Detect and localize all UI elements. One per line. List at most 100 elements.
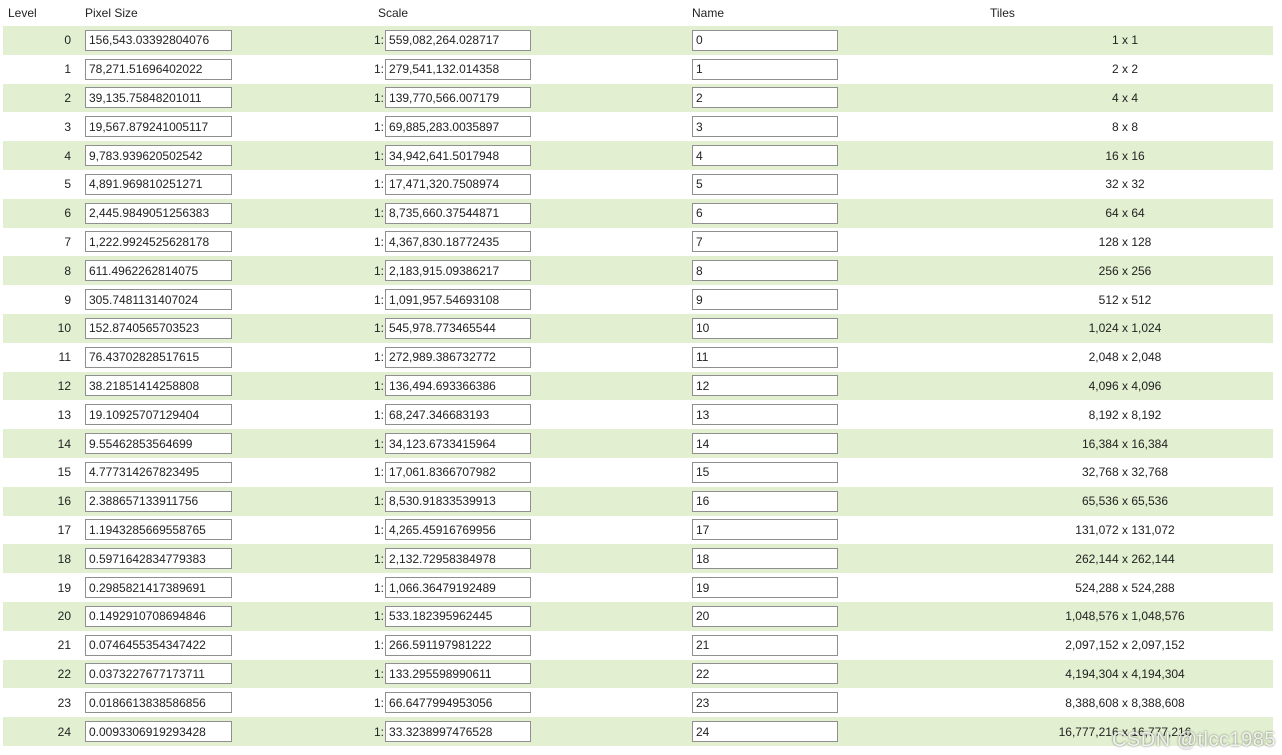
- pixel-size-input[interactable]: [85, 605, 232, 627]
- name-input[interactable]: [692, 490, 838, 512]
- pixel-size-input[interactable]: [85, 231, 232, 253]
- scale-input[interactable]: [385, 433, 532, 455]
- name-input[interactable]: [692, 202, 838, 224]
- name-input[interactable]: [692, 461, 838, 483]
- scale-cell: 1:: [370, 602, 683, 631]
- pixel-size-input[interactable]: [85, 346, 232, 368]
- scale-input[interactable]: [385, 519, 532, 541]
- name-input[interactable]: [692, 663, 838, 685]
- pixel-size-input[interactable]: [85, 87, 232, 109]
- scale-input[interactable]: [385, 317, 532, 339]
- pixel-size-input[interactable]: [85, 202, 232, 224]
- pixel-size-input[interactable]: [85, 145, 232, 167]
- level-value: 6: [64, 206, 71, 221]
- pixel-size-input[interactable]: [85, 58, 232, 80]
- scale-input[interactable]: [385, 663, 532, 685]
- name-input[interactable]: [692, 548, 838, 570]
- name-input[interactable]: [692, 260, 838, 282]
- pixel-size-input[interactable]: [85, 663, 232, 685]
- name-input[interactable]: [692, 289, 838, 311]
- name-input[interactable]: [692, 317, 838, 339]
- name-input[interactable]: [692, 634, 838, 656]
- scale-input[interactable]: [385, 58, 532, 80]
- name-input[interactable]: [692, 173, 838, 195]
- name-input[interactable]: [692, 346, 838, 368]
- scale-input[interactable]: [385, 375, 532, 397]
- zoom-levels-page: Level Pixel Size Scale Name Tiles 0 1: 1 x…: [0, 0, 1282, 755]
- scale-cell: 1:: [370, 544, 683, 573]
- pixel-size-input[interactable]: [85, 634, 232, 656]
- scale-input[interactable]: [385, 548, 532, 570]
- pixel-size-input[interactable]: [85, 317, 232, 339]
- table-row: 15 1: 32,768 x 32,768: [3, 457, 1273, 487]
- scale-input[interactable]: [385, 231, 532, 253]
- pixel-size-input[interactable]: [85, 116, 232, 138]
- scale-input[interactable]: [385, 721, 532, 743]
- scale-input[interactable]: [385, 173, 532, 195]
- pixel-size-input[interactable]: [85, 692, 232, 714]
- name-input[interactable]: [692, 58, 838, 80]
- scale-input[interactable]: [385, 145, 532, 167]
- name-input[interactable]: [692, 404, 838, 426]
- scale-cell: 1:: [370, 199, 683, 228]
- pixel-size-input[interactable]: [85, 173, 232, 195]
- name-input[interactable]: [692, 116, 838, 138]
- name-input[interactable]: [692, 519, 838, 541]
- scale-input[interactable]: [385, 634, 532, 656]
- name-cell: [683, 631, 977, 660]
- scale-prefix: 1:: [374, 234, 385, 249]
- scale-input[interactable]: [385, 87, 532, 109]
- tiles-value: 1 x 1: [1111, 33, 1138, 48]
- pixel-size-input[interactable]: [85, 721, 232, 743]
- scale-prefix: 1:: [374, 551, 385, 566]
- scale-input[interactable]: [385, 461, 532, 483]
- scale-input[interactable]: [385, 605, 532, 627]
- pixel-size-input[interactable]: [85, 375, 232, 397]
- pixel-size-input[interactable]: [85, 29, 232, 51]
- pixel-size-input[interactable]: [85, 433, 232, 455]
- name-input[interactable]: [692, 375, 838, 397]
- scale-prefix: 1:: [374, 263, 385, 278]
- scale-input[interactable]: [385, 490, 532, 512]
- table-row: 3 1: 8 x 8: [3, 112, 1273, 142]
- scale-input[interactable]: [385, 577, 532, 599]
- level-value: 23: [57, 695, 71, 710]
- pixel-size-input[interactable]: [85, 260, 232, 282]
- name-cell: [683, 660, 977, 689]
- name-input[interactable]: [692, 692, 838, 714]
- scale-input[interactable]: [385, 116, 532, 138]
- pixel-size-input[interactable]: [85, 289, 232, 311]
- pixel-size-cell: [76, 458, 370, 487]
- scale-cell: 1:: [370, 112, 683, 141]
- pixel-size-input[interactable]: [85, 519, 232, 541]
- name-cell: [683, 602, 977, 631]
- pixel-size-input[interactable]: [85, 461, 232, 483]
- pixel-size-input[interactable]: [85, 490, 232, 512]
- scale-cell: 1:: [370, 573, 683, 602]
- tiles-value: 64 x 64: [1105, 206, 1145, 221]
- name-cell: [683, 487, 977, 516]
- name-input[interactable]: [692, 145, 838, 167]
- name-input[interactable]: [692, 433, 838, 455]
- scale-input[interactable]: [385, 260, 532, 282]
- scale-input[interactable]: [385, 692, 532, 714]
- table-row: 11 1: 2,048 x 2,048: [3, 342, 1273, 372]
- scale-input[interactable]: [385, 29, 532, 51]
- name-input[interactable]: [692, 605, 838, 627]
- name-input[interactable]: [692, 721, 838, 743]
- pixel-size-input[interactable]: [85, 404, 232, 426]
- scale-input[interactable]: [385, 346, 532, 368]
- name-input[interactable]: [692, 231, 838, 253]
- pixel-size-cell: [76, 199, 370, 228]
- level-value: 13: [57, 407, 71, 422]
- name-cell: [683, 199, 977, 228]
- scale-input[interactable]: [385, 202, 532, 224]
- scale-input[interactable]: [385, 404, 532, 426]
- name-input[interactable]: [692, 577, 838, 599]
- pixel-size-input[interactable]: [85, 577, 232, 599]
- scale-input[interactable]: [385, 289, 532, 311]
- tiles-value: 512 x 512: [1098, 292, 1152, 307]
- name-input[interactable]: [692, 87, 838, 109]
- pixel-size-input[interactable]: [85, 548, 232, 570]
- name-input[interactable]: [692, 29, 838, 51]
